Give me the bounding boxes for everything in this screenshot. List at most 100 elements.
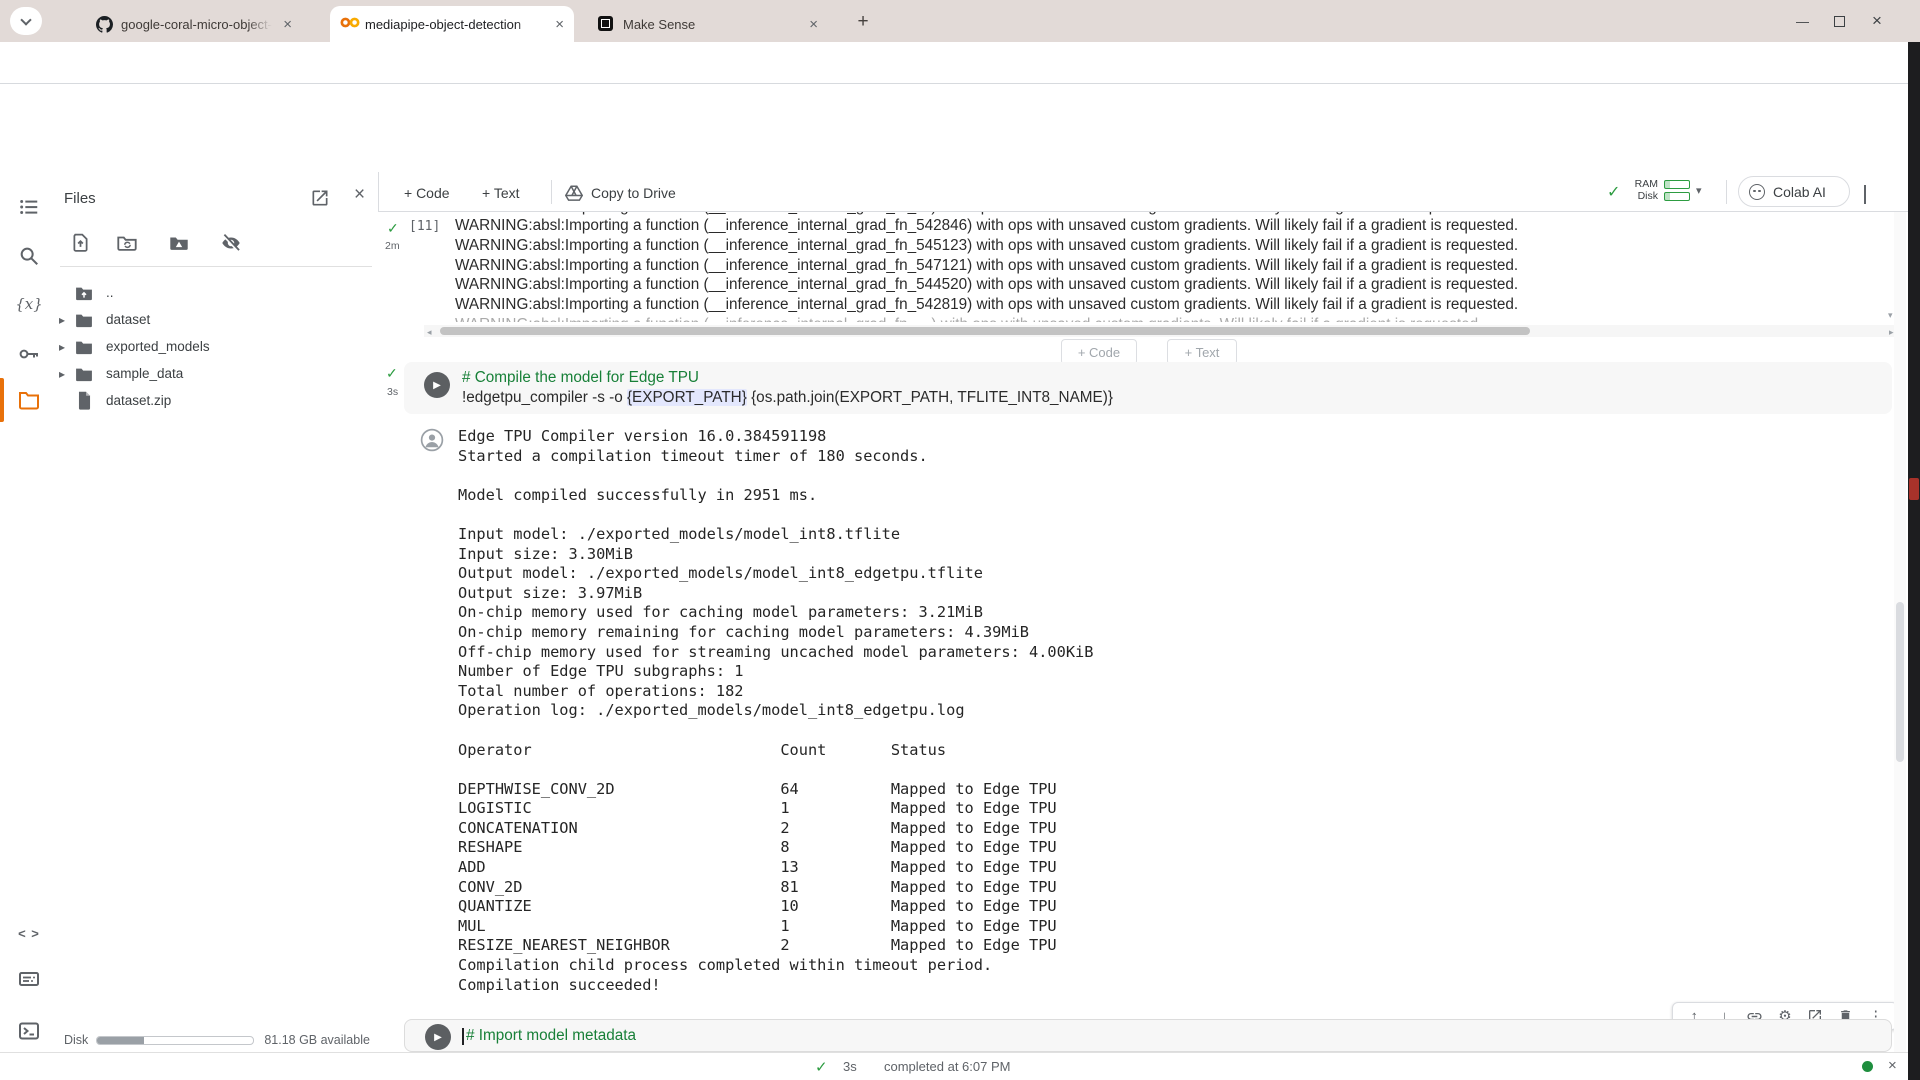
terminal-icon[interactable] — [16, 1018, 42, 1044]
ram-label: RAM — [1634, 178, 1658, 190]
colab-header: mediapipe-object-detection-learning.ipyn… — [0, 84, 1920, 238]
make-sense-icon — [598, 15, 615, 33]
table-of-contents-icon[interactable] — [16, 194, 42, 220]
expand-caret-icon[interactable]: ▸ — [54, 367, 70, 381]
run-cell-button[interactable]: ▶ — [424, 372, 450, 398]
browser-tab-strip: google-coral-micro-object-de × mediapipe… — [0, 0, 1920, 42]
toolbar-divider — [551, 180, 552, 204]
mount-drive-icon[interactable] — [168, 232, 192, 256]
tab-label: Make Sense — [623, 16, 696, 32]
colab-ai-label: Colab AI — [1773, 183, 1826, 200]
connected-check-icon: ✓ — [1607, 184, 1621, 201]
tab-colab-notebook[interactable]: mediapipe-object-detection × — [330, 6, 574, 42]
variables-icon[interactable]: {x} — [15, 291, 43, 317]
warning-output: WARNING:absl:Importing a function (__inf… — [455, 217, 1519, 314]
tab-github-repo[interactable]: google-coral-micro-object-de × — [86, 6, 302, 42]
scrollbar-thumb[interactable] — [440, 327, 1530, 335]
chevron-up-icon — [1864, 185, 1866, 204]
scroll-right-icon[interactable]: ▸ — [1889, 326, 1894, 338]
screen: google-coral-micro-object-de × mediapipe… — [0, 0, 1920, 1080]
close-icon[interactable]: × — [283, 17, 292, 32]
close-icon: × — [1872, 11, 1882, 30]
cell-exec-duration: 2m — [385, 240, 400, 252]
close-panel-icon[interactable]: × — [354, 184, 365, 206]
scrollbar-thumb[interactable] — [1896, 602, 1904, 762]
disk-usage-label: Disk — [64, 1033, 89, 1047]
upload-file-icon[interactable] — [70, 232, 94, 256]
search-icon[interactable] — [16, 243, 42, 269]
code-snippets-icon[interactable]: < > — [16, 920, 42, 946]
tree-item-label: dataset — [106, 312, 151, 327]
disk-usage-row: Disk 81.18 GB available — [64, 1030, 376, 1050]
secrets-key-icon[interactable] — [16, 341, 42, 367]
refresh-folder-icon[interactable] — [116, 232, 140, 256]
folder-icon — [74, 364, 94, 384]
ram-disk-meter[interactable]: RAM Disk ▾ — [1630, 178, 1702, 202]
code-cell-compile[interactable]: ▶ # Compile the model for Edge TPU !edge… — [404, 362, 1892, 414]
vertical-scrollbar[interactable] — [1894, 212, 1906, 1052]
scroll-down-icon[interactable]: ▾ — [1888, 309, 1893, 321]
tab-label: mediapipe-object-detection — [365, 16, 522, 32]
new-tab-button[interactable]: + — [850, 9, 876, 35]
window-maximize-button[interactable] — [1834, 0, 1845, 42]
tree-item-dataset-zip[interactable]: dataset.zip — [60, 387, 378, 414]
command-palette-icon[interactable] — [16, 966, 42, 992]
tree-item-dataset[interactable]: ▸ dataset — [59, 306, 378, 333]
notebook-toolbar: + Code + Text Copy to Drive ✓ RAM Disk ▾ — [378, 172, 1908, 212]
notebook-scroll-area[interactable]: ✓ 2m [11] WARNING:absl:Importing a funct… — [378, 212, 1908, 1052]
cell-success-check-icon: ✓ — [387, 220, 399, 236]
tree-item-label: dataset.zip — [106, 393, 172, 408]
hidden-files-eye-icon[interactable] — [220, 232, 244, 256]
add-code-button[interactable]: + Code — [404, 180, 450, 206]
folder-up-icon — [74, 283, 94, 303]
window-minimize-button[interactable]: — — [1796, 0, 1809, 42]
colab-icon — [340, 16, 360, 33]
tab-make-sense[interactable]: Make Sense × — [588, 6, 828, 42]
expand-caret-icon[interactable]: ▸ — [54, 340, 70, 354]
ram-gauge — [1664, 179, 1690, 189]
expand-caret-icon[interactable]: ▸ — [54, 313, 70, 327]
status-exec-time: 3s — [843, 1059, 857, 1074]
dismiss-status-icon[interactable]: × — [1888, 1057, 1897, 1074]
files-panel-title: Files — [64, 190, 96, 207]
collapse-toolbar-button[interactable] — [1864, 185, 1866, 204]
cell-exec-count[interactable]: [11] — [409, 219, 440, 234]
colab-ai-button[interactable]: Colab AI — [1738, 176, 1850, 207]
tab-label: google-coral-micro-object-de — [121, 16, 276, 32]
disk-label: Disk — [1637, 190, 1658, 202]
disk-usage-fill — [97, 1036, 145, 1044]
close-icon[interactable]: × — [809, 17, 818, 32]
files-folder-icon[interactable] — [16, 387, 42, 413]
cell-exec-duration: 3s — [387, 386, 399, 398]
tree-item-label: sample_data — [106, 366, 184, 381]
tree-item-parent-dir[interactable]: .. — [60, 279, 378, 306]
status-green-dot — [1862, 1061, 1873, 1072]
tree-item-exported-models[interactable]: ▸ exported_models — [59, 333, 378, 360]
code-comment-line[interactable]: # Import model metadata — [466, 1026, 636, 1046]
copy-to-drive-button[interactable]: Copy to Drive — [565, 180, 676, 206]
close-icon[interactable]: × — [555, 17, 564, 32]
folder-icon — [74, 337, 94, 357]
code-line[interactable]: !edgetpu_compiler -s -o {EXPORT_PATH} {o… — [462, 388, 1113, 408]
scroll-left-icon[interactable]: ◂ — [427, 326, 432, 338]
execution-status-bar: ✓ 3s completed at 6:07 PM × — [0, 1052, 1920, 1080]
status-check-icon: ✓ — [815, 1059, 828, 1076]
tree-item-sample-data[interactable]: ▸ sample_data — [59, 360, 378, 387]
open-in-new-tab-icon[interactable] — [310, 188, 334, 212]
disk-gauge — [1664, 191, 1690, 201]
chevron-down-icon — [20, 13, 32, 26]
colab-ai-icon — [1749, 183, 1765, 200]
files-panel-divider — [60, 266, 372, 267]
horizontal-scrollbar[interactable]: ◂ ▸ — [424, 325, 1900, 337]
github-icon — [96, 15, 113, 33]
run-cell-button[interactable]: ▶ — [425, 1024, 451, 1050]
window-close-button[interactable]: × — [1872, 0, 1882, 42]
add-text-button[interactable]: + Text — [482, 180, 520, 206]
disk-usage-bar — [96, 1035, 255, 1045]
tab-search-button[interactable] — [10, 7, 42, 35]
folder-icon — [74, 310, 94, 330]
code-cell-metadata[interactable]: ▶ # Import model metadata — [404, 1019, 1892, 1052]
status-message: completed at 6:07 PM — [884, 1059, 1011, 1074]
toolbar-divider — [1726, 180, 1727, 204]
left-icon-rail: {x} < > — [0, 172, 60, 1052]
